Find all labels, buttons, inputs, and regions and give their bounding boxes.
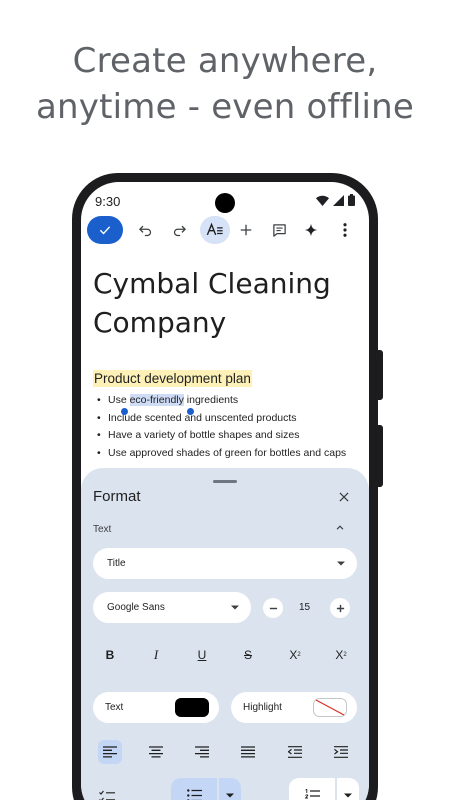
selection-end-handle[interactable] xyxy=(187,408,194,415)
align-left-button[interactable] xyxy=(98,740,122,764)
text-color-label: Text xyxy=(105,702,124,713)
bulleted-list-options-button[interactable] xyxy=(219,778,241,800)
bullet-list: Use eco-friendly ingredients Include sce… xyxy=(97,392,346,462)
bulleted-list-icon xyxy=(186,788,202,800)
editor-toolbar xyxy=(81,216,369,246)
undo-button[interactable] xyxy=(134,219,156,241)
front-camera xyxy=(215,193,235,213)
phone-volume-button xyxy=(378,350,383,400)
headline-line-2: anytime - even offline xyxy=(35,87,415,127)
list-item[interactable]: Use approved shades of green for bottles… xyxy=(97,445,346,463)
minus-icon xyxy=(269,607,277,609)
list-item[interactable]: Have a variety of bottle shapes and size… xyxy=(97,427,346,445)
highlight-label: Highlight xyxy=(243,702,282,713)
dropdown-arrow-icon xyxy=(231,605,239,610)
decrease-indent-button[interactable] xyxy=(283,740,307,764)
check-icon xyxy=(99,226,111,235)
font-dropdown[interactable]: Google Sans xyxy=(93,592,251,623)
text-color-button[interactable]: Text xyxy=(93,692,219,723)
status-time: 9:30 xyxy=(95,194,121,209)
comment-icon xyxy=(272,223,286,237)
list-item-text: ingredients xyxy=(183,394,239,406)
font-value: Google Sans xyxy=(107,602,165,613)
increase-font-size-button[interactable] xyxy=(330,598,350,618)
align-center-button[interactable] xyxy=(144,740,168,764)
gemini-button[interactable] xyxy=(300,219,322,241)
more-options-button[interactable] xyxy=(334,219,356,241)
text-style-row: B I U S X2 X2 xyxy=(81,643,369,667)
sheet-drag-handle[interactable] xyxy=(213,480,237,483)
justify-icon xyxy=(241,746,255,758)
bulleted-list-button[interactable] xyxy=(171,778,217,800)
checklist-button[interactable] xyxy=(95,785,119,800)
subscript-label: X xyxy=(335,648,344,662)
phone-power-button xyxy=(378,425,383,487)
selection-start-handle[interactable] xyxy=(121,408,128,415)
redo-icon xyxy=(173,225,186,236)
paragraph-style-dropdown[interactable]: Title xyxy=(93,548,357,579)
numbered-list-icon xyxy=(304,788,320,800)
dropdown-arrow-icon xyxy=(226,793,234,797)
redo-button[interactable] xyxy=(168,219,190,241)
more-icon xyxy=(343,223,347,237)
bold-button[interactable]: B xyxy=(98,643,122,667)
increase-indent-button[interactable] xyxy=(329,740,353,764)
battery-icon xyxy=(348,194,355,206)
close-icon[interactable] xyxy=(337,490,351,504)
paragraph-style-value: Title xyxy=(107,558,126,569)
numbered-list-options-button[interactable] xyxy=(337,778,359,800)
superscript-label: X xyxy=(289,648,298,662)
phone-screen: 9:30 Cymbal Cleaning Company Product dev… xyxy=(81,182,369,800)
status-icons xyxy=(316,194,355,206)
insert-button[interactable] xyxy=(235,219,257,241)
text-color-swatch xyxy=(175,698,209,717)
list-item[interactable]: Use eco-friendly ingredients xyxy=(97,392,346,410)
highlight-color-button[interactable]: Highlight xyxy=(231,692,357,723)
justify-button[interactable] xyxy=(236,740,260,764)
increase-indent-icon xyxy=(334,746,348,758)
undo-icon xyxy=(138,225,151,236)
chevron-up-icon[interactable] xyxy=(333,521,347,535)
text-format-icon xyxy=(206,222,223,236)
decrease-font-size-button[interactable] xyxy=(263,598,283,618)
document-title[interactable]: Cymbal Cleaning Company xyxy=(93,264,363,342)
signal-icon xyxy=(333,194,344,206)
align-right-button[interactable] xyxy=(190,740,214,764)
comment-button[interactable] xyxy=(268,219,290,241)
document-heading[interactable]: Product development plan xyxy=(93,370,252,387)
superscript-mark: 2 xyxy=(297,652,301,658)
font-size-value[interactable]: 15 xyxy=(299,602,310,613)
text-format-button[interactable] xyxy=(200,216,230,244)
checklist-icon xyxy=(99,790,115,800)
headline-line-1: Create anywhere, xyxy=(72,41,378,81)
no-highlight-swatch-icon xyxy=(313,698,347,717)
strikethrough-button[interactable]: S xyxy=(236,643,260,667)
dropdown-arrow-icon xyxy=(344,793,352,797)
wifi-icon xyxy=(316,195,329,206)
status-bar: 9:30 xyxy=(81,182,369,220)
decrease-indent-icon xyxy=(288,746,302,758)
headline: Create anywhere, anytime - even offline xyxy=(0,38,450,130)
list-item[interactable]: Include scented and unscented products xyxy=(97,410,346,428)
subscript-mark: 2 xyxy=(343,652,347,658)
align-right-icon xyxy=(195,746,209,758)
done-button[interactable] xyxy=(87,216,123,244)
sparkle-icon xyxy=(304,223,318,237)
align-left-icon xyxy=(103,746,117,758)
subscript-button[interactable]: X2 xyxy=(329,643,353,667)
dropdown-arrow-icon xyxy=(337,561,345,566)
superscript-button[interactable]: X2 xyxy=(283,643,307,667)
format-sheet: Format Text Title Google Sans 15 B I U S… xyxy=(81,468,369,800)
align-center-icon xyxy=(149,746,163,758)
italic-button[interactable]: I xyxy=(144,643,168,667)
underline-button[interactable]: U xyxy=(190,643,214,667)
numbered-list-button[interactable] xyxy=(289,778,335,800)
selected-text[interactable]: eco-friendly xyxy=(129,394,184,406)
plus-icon xyxy=(336,604,344,612)
list-item-text: Use xyxy=(108,394,130,406)
text-section-label: Text xyxy=(93,524,112,535)
add-icon xyxy=(240,224,252,236)
sheet-title: Format xyxy=(93,488,141,505)
